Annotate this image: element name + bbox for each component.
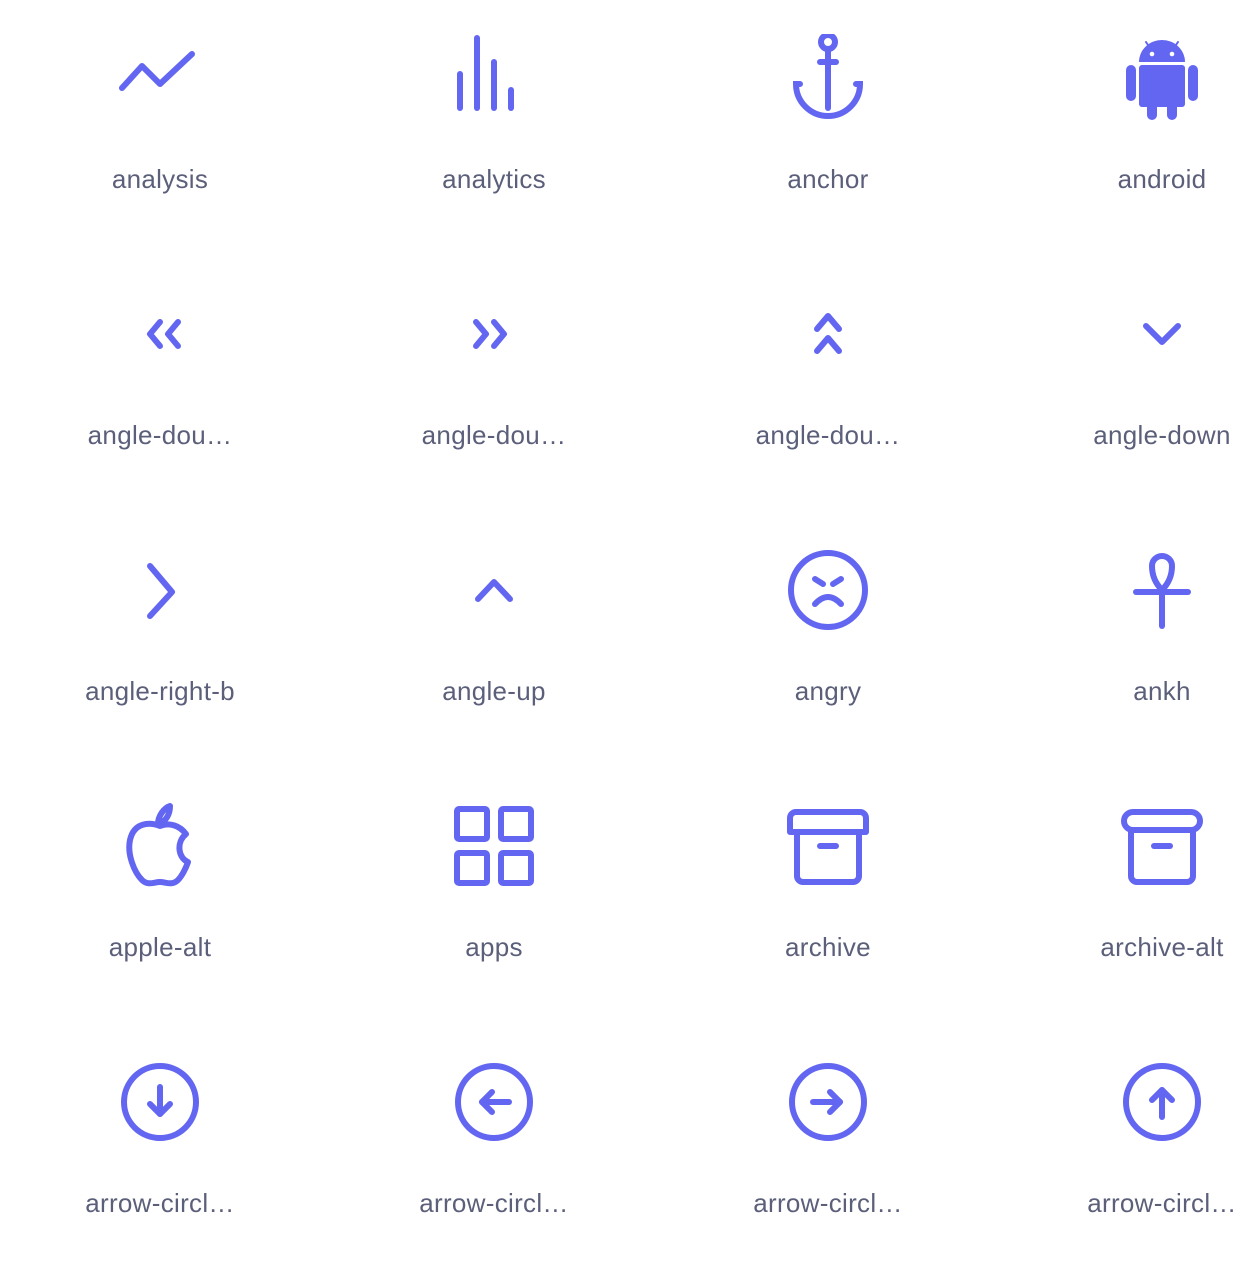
angry-icon bbox=[784, 546, 872, 634]
icon-label: angle-dou… bbox=[421, 420, 567, 450]
angle-double-left-icon bbox=[116, 290, 204, 378]
android-icon bbox=[1118, 34, 1206, 122]
icon-label: archive-alt bbox=[1100, 932, 1224, 962]
apps-icon bbox=[450, 802, 538, 890]
icon-label: android bbox=[1117, 164, 1207, 194]
icon-tile-arrow-circle-right[interactable]: arrow-circl… bbox=[661, 1024, 995, 1280]
icon-label: arrow-circl… bbox=[419, 1188, 569, 1218]
icon-tile-angle-double-right[interactable]: angle-dou… bbox=[327, 256, 661, 512]
archive-icon bbox=[784, 802, 872, 890]
archive-alt-icon bbox=[1118, 802, 1206, 890]
icon-label: arrow-circl… bbox=[85, 1188, 235, 1218]
angle-up-icon bbox=[450, 546, 538, 634]
icon-label: angle-dou… bbox=[755, 420, 901, 450]
anchor-icon bbox=[784, 34, 872, 122]
angle-double-up-icon bbox=[784, 290, 872, 378]
icon-tile-arrow-circle-down[interactable]: arrow-circl… bbox=[0, 1024, 327, 1280]
icon-tile-android[interactable]: android bbox=[995, 0, 1260, 256]
angle-down-icon bbox=[1118, 290, 1206, 378]
icon-tile-analytics[interactable]: analytics bbox=[327, 0, 661, 256]
arrow-circle-left-icon bbox=[450, 1058, 538, 1146]
icon-label: analytics bbox=[442, 164, 546, 194]
icon-label: angle-down bbox=[1093, 420, 1231, 450]
ankh-icon bbox=[1118, 546, 1206, 634]
icon-tile-archive-alt[interactable]: archive-alt bbox=[995, 768, 1260, 1024]
icon-label: angle-up bbox=[442, 676, 546, 706]
icon-tile-archive[interactable]: archive bbox=[661, 768, 995, 1024]
icon-grid: analysis analytics anchor android angle-… bbox=[0, 0, 1260, 1280]
analysis-icon bbox=[116, 34, 204, 122]
icon-tile-angle-double-left[interactable]: angle-dou… bbox=[0, 256, 327, 512]
icon-tile-arrow-circle-left[interactable]: arrow-circl… bbox=[327, 1024, 661, 1280]
arrow-circle-down-icon bbox=[116, 1058, 204, 1146]
icon-label: anchor bbox=[787, 164, 869, 194]
icon-label: angle-dou… bbox=[87, 420, 233, 450]
icon-label: arrow-circl… bbox=[753, 1188, 903, 1218]
icon-tile-anchor[interactable]: anchor bbox=[661, 0, 995, 256]
apple-alt-icon bbox=[116, 802, 204, 890]
icon-label: ankh bbox=[1133, 676, 1191, 706]
icon-tile-angle-up[interactable]: angle-up bbox=[327, 512, 661, 768]
icon-label: arrow-circl… bbox=[1087, 1188, 1237, 1218]
analytics-icon bbox=[450, 34, 538, 122]
icon-label: analysis bbox=[111, 164, 209, 194]
icon-tile-angry[interactable]: angry bbox=[661, 512, 995, 768]
icon-label: archive bbox=[785, 932, 871, 962]
icon-label: apple-alt bbox=[108, 932, 212, 962]
icon-tile-ankh[interactable]: ankh bbox=[995, 512, 1260, 768]
angle-double-right-icon bbox=[450, 290, 538, 378]
icon-tile-apple-alt[interactable]: apple-alt bbox=[0, 768, 327, 1024]
icon-tile-angle-double-up[interactable]: angle-dou… bbox=[661, 256, 995, 512]
icon-tile-arrow-circle-up[interactable]: arrow-circl… bbox=[995, 1024, 1260, 1280]
icon-tile-analysis[interactable]: analysis bbox=[0, 0, 327, 256]
icon-label: angle-right-b bbox=[85, 676, 235, 706]
icon-tile-angle-down[interactable]: angle-down bbox=[995, 256, 1260, 512]
icon-tile-angle-right-b[interactable]: angle-right-b bbox=[0, 512, 327, 768]
icon-label: apps bbox=[465, 932, 523, 962]
arrow-circle-right-icon bbox=[784, 1058, 872, 1146]
icon-tile-apps[interactable]: apps bbox=[327, 768, 661, 1024]
arrow-circle-up-icon bbox=[1118, 1058, 1206, 1146]
angle-right-b-icon bbox=[116, 546, 204, 634]
icon-label: angry bbox=[794, 676, 862, 706]
